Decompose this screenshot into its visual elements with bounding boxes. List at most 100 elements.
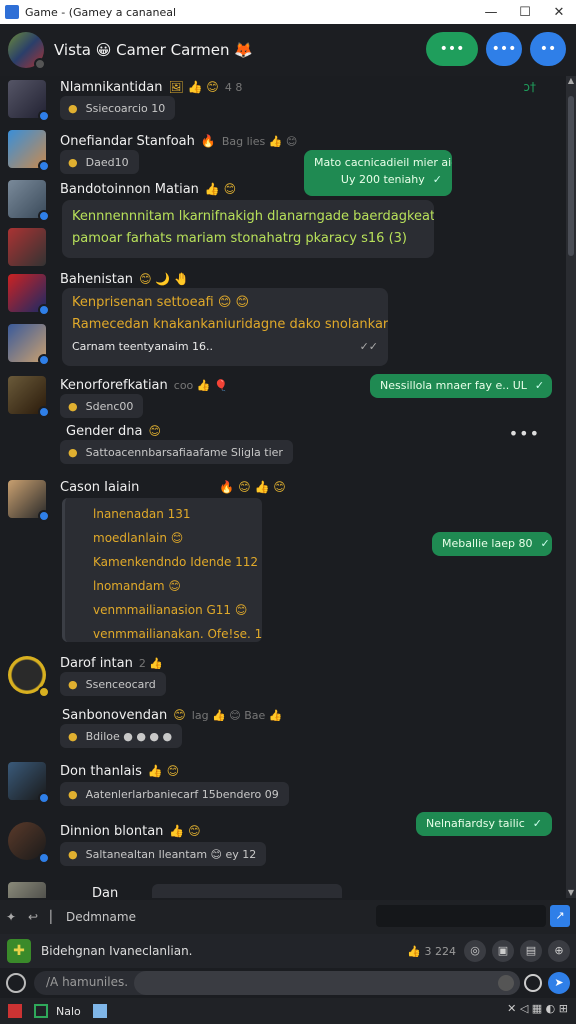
status-dot <box>34 58 46 70</box>
sent-message[interactable]: Mato cacnicadieil mier aide Uy 200 tenia… <box>304 150 452 196</box>
channel-avatar[interactable] <box>8 32 46 70</box>
avatar[interactable] <box>8 822 50 864</box>
message-bubble[interactable]: Kenprisenan settoeafi 😊 😊 Ramecedan knak… <box>62 288 388 366</box>
quote-line: moedlanlain 😊 <box>93 531 184 545</box>
author-name: Don thanlais <box>60 764 142 779</box>
reply-chip[interactable]: ● Sattoacennbarsafiaafame Sligla tier <box>60 440 293 464</box>
image-icon[interactable]: ▣ <box>492 940 514 962</box>
message-author: Don thanlais 👍 😊 <box>60 764 179 779</box>
quote-line: lnanenadan 131 <box>93 507 191 521</box>
author-name: Bandotoinnon Matian <box>60 182 199 197</box>
system-tray[interactable]: ✕ ◁ ▦ ◐ ⊞ <box>507 1002 568 1015</box>
message-text: Mato cacnicadieil mier aide <box>314 156 452 169</box>
send-button[interactable]: ➤ <box>548 972 570 994</box>
message-text: pamoar farhats mariam stonahatrg pkaracy… <box>72 231 407 246</box>
more-button[interactable]: ••• <box>486 32 522 66</box>
emoji-icon[interactable] <box>498 975 514 991</box>
author-name: Onefiandar Stanfoah <box>60 134 195 149</box>
add-icon[interactable]: ⊕ <box>548 940 570 962</box>
more-options-icon[interactable]: ••• <box>509 424 540 443</box>
status-dot <box>38 686 50 698</box>
message-text: Carnam teentyanaim 16.. <box>72 340 214 353</box>
sparkle-icon[interactable]: ✦ <box>0 910 22 924</box>
message-author: Bandotoinnon Matian 👍 😊 <box>60 182 236 197</box>
gif-icon[interactable]: ◎ <box>464 940 486 962</box>
sent-message[interactable]: Meballie laep 80 ✓ <box>432 532 552 556</box>
notification-bar[interactable]: ✚ Bidehgnan Ivaneclanlian. 👍 3 224 ◎ ▣ ▤… <box>0 934 576 968</box>
avatar[interactable] <box>8 180 50 222</box>
notification-meta: 👍 3 224 <box>407 944 456 958</box>
notification-text: Bidehgnan Ivaneclanlian. <box>41 944 193 958</box>
composer: /A hamuniles. ➤ <box>0 968 576 998</box>
quoted-list[interactable]: lnanenadan 131 moedlanlain 😊 Kamenkendnd… <box>62 498 262 642</box>
scroll-down-icon[interactable]: ▼ <box>566 888 576 898</box>
avatar[interactable] <box>8 480 50 522</box>
author-emoji: 🔥 😊 👍 😊 <box>219 480 286 494</box>
read-tick-icon: ✓ <box>532 817 542 830</box>
chip-text: Ssenceocard <box>85 677 156 691</box>
avatar[interactable] <box>8 80 50 122</box>
status-dot <box>38 304 50 316</box>
message-text: Kennnennnitam lkarnifnakigh dlanarngade … <box>72 209 434 224</box>
sent-message[interactable]: Nelnafiardsy tailic ✓ <box>416 812 552 836</box>
emoji-icon: ● <box>68 677 78 691</box>
avatar[interactable] <box>8 324 50 366</box>
voice-icon[interactable] <box>524 974 542 992</box>
maximize-button[interactable]: ☐ <box>508 5 542 20</box>
sent-message[interactable]: Nessillola mnaer fay e.. UL ✓ <box>370 374 552 398</box>
avatar[interactable] <box>8 656 50 698</box>
chip-text: Saltanealtan Ileantam 😊 ey 12 <box>85 847 257 861</box>
close-button[interactable]: ✕ <box>542 5 576 20</box>
chip-text: Daed10 <box>85 155 129 169</box>
chip-text: Ssiecoarcio 10 <box>85 101 166 115</box>
call-button[interactable]: ••• <box>426 32 478 66</box>
status-dot <box>38 354 50 366</box>
file-icon[interactable]: ▤ <box>520 940 542 962</box>
read-tick-icon: ✓ <box>432 173 442 186</box>
reply-icon[interactable]: ↩ <box>22 910 44 924</box>
toolbar-label: Dedmname <box>66 910 136 924</box>
avatar[interactable] <box>8 376 50 418</box>
author-emoji: 😊 🌙 🤚 <box>139 272 190 286</box>
minimize-button[interactable]: — <box>474 5 508 20</box>
reply-chip[interactable]: ● Daed10 <box>60 150 139 174</box>
reply-chip[interactable]: ● Sdenc00 <box>60 394 144 418</box>
message-text: Ramecedan knakankaniuridagne dako snolan… <box>72 317 388 332</box>
taskbar-window-icon[interactable] <box>92 1004 107 1018</box>
send-icon[interactable]: ↗ <box>550 905 570 927</box>
reply-chip[interactable]: ● Ssiecoarcio 10 <box>60 96 176 120</box>
message-bubble[interactable]: Kennnennnitam lkarnifnakigh dlanarngade … <box>62 200 434 258</box>
attach-icon[interactable] <box>6 973 26 993</box>
reply-chip[interactable]: ............. <box>152 884 342 898</box>
avatar[interactable] <box>8 130 50 172</box>
toolbar-input[interactable] <box>376 905 546 927</box>
author-emoji: 🖼 👍 😊 <box>168 80 219 94</box>
message-author: Dan <box>92 886 118 898</box>
header-actions: ••• ••• •• <box>426 32 566 66</box>
avatar[interactable] <box>8 882 46 898</box>
message-text: Kenprisenan settoeafi 😊 😊 <box>72 295 250 310</box>
message-input[interactable]: /A hamuniles. <box>34 971 520 995</box>
reply-chip[interactable]: ● Aatenlerlarbaniecarf 15bendero 09 <box>60 782 289 806</box>
avatar[interactable] <box>8 274 50 316</box>
taskbar-app-label[interactable]: Nalo <box>56 1005 81 1018</box>
message-author: Onefiandar Stanfoah 🔥 Bag lies 👍 😊 <box>60 134 297 149</box>
message-meta: 2 👍 <box>138 657 164 670</box>
menu-button[interactable]: •• <box>530 32 566 66</box>
scrollbar-thumb[interactable] <box>568 96 574 256</box>
author-emoji: 👍 😊 <box>147 764 180 778</box>
reply-chip[interactable]: ● Ssenceocard <box>60 672 166 696</box>
quote-line: venmmailianasion G11 😊 <box>93 603 248 617</box>
reply-chip[interactable]: ● Bdiloe ● ● ● ● <box>60 724 183 748</box>
avatar[interactable] <box>8 762 50 804</box>
scrollbar[interactable]: ▲ ▼ <box>566 76 576 898</box>
reply-chip[interactable]: ● Saltanealtan Ileantam 😊 ey 12 <box>60 842 267 866</box>
message-list[interactable]: ↄ† Nlamnikantidan 🖼 👍 😊 4 8 ● Ssiecoarcio 1… <box>0 76 566 898</box>
status-dot <box>38 510 50 522</box>
message-author: Bahenistan 😊 🌙 🤚 <box>60 272 189 287</box>
avatar[interactable] <box>8 228 46 266</box>
emoji-icon: ● <box>68 729 78 743</box>
scroll-up-icon[interactable]: ▲ <box>566 76 576 86</box>
taskbar-app-icon[interactable] <box>34 1004 48 1018</box>
start-icon[interactable] <box>8 1004 22 1018</box>
